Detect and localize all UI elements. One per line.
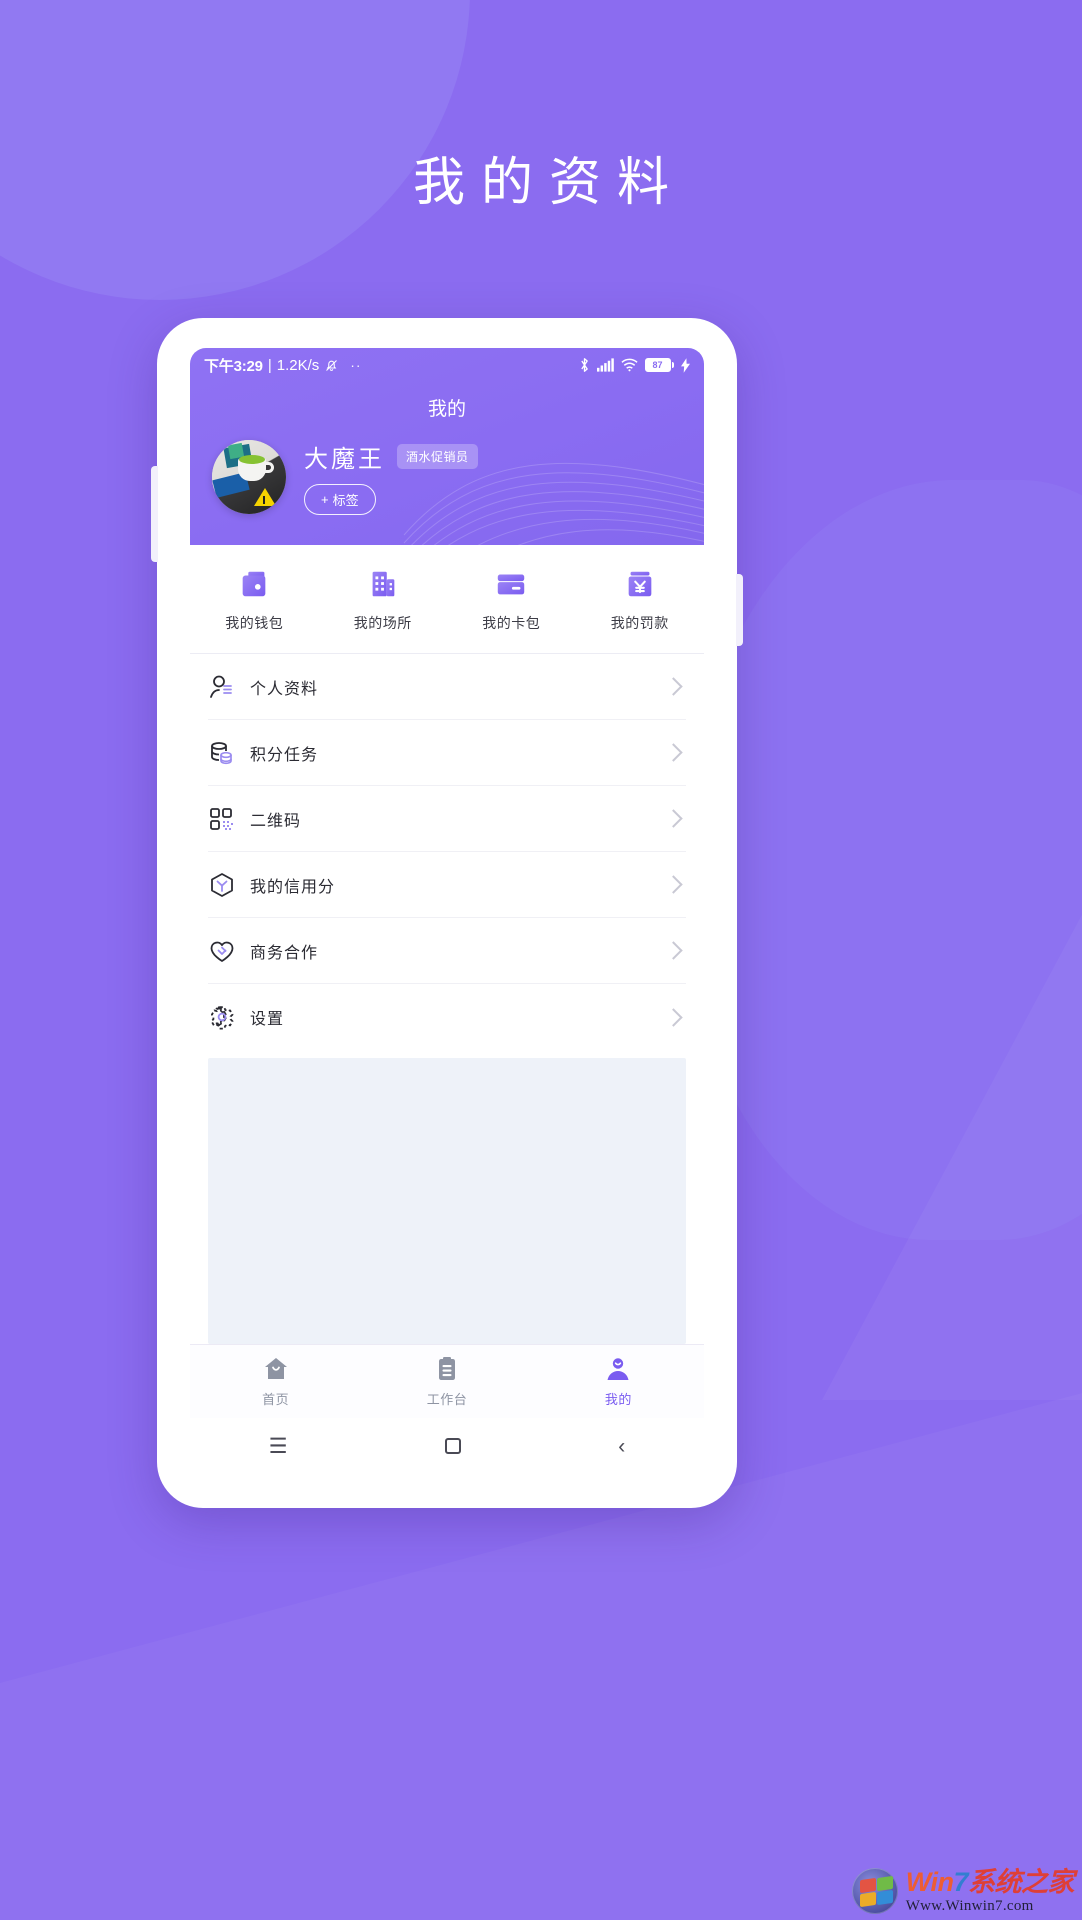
phone-mockup: 下午3:29 | 1.2K/s ·· 87 我的 大魔王 酒水促销员 + 标签 …: [151, 318, 743, 1508]
watermark-brand-part3: 系统之家: [968, 1866, 1075, 1897]
status-separator: |: [267, 356, 272, 374]
building-icon: [372, 571, 395, 597]
chevron-right-icon: [664, 875, 683, 894]
clipboard-icon: [438, 1356, 455, 1380]
add-tag-label: 标签: [332, 493, 359, 508]
tab-home[interactable]: 首页: [190, 1345, 361, 1418]
bluetooth-icon: [580, 358, 588, 372]
tab-label: 工作台: [426, 1391, 468, 1407]
bell-muted-icon: [326, 359, 338, 371]
menu-list: 个人资料 积分任务 二维码 我的信用分 商务合作 设置: [190, 654, 704, 1050]
tab-mine[interactable]: 我的: [533, 1345, 704, 1418]
profile-section[interactable]: 大魔王 酒水促销员 + 标签: [190, 439, 704, 545]
battery-level: 87: [644, 358, 671, 372]
profile-info: 大魔王 酒水促销员 + 标签: [304, 439, 478, 515]
quick-action-venue[interactable]: 我的场所: [319, 567, 448, 633]
user-icon: [607, 1357, 629, 1380]
chevron-right-icon: [664, 1007, 683, 1027]
menu-item-points-task[interactable]: 积分任务: [208, 720, 686, 786]
tab-workbench[interactable]: 工作台: [361, 1345, 532, 1418]
status-bar: 下午3:29 | 1.2K/s ·· 87: [190, 348, 704, 382]
menu-item-label: 我的信用分: [250, 878, 336, 896]
menu-item-profile[interactable]: 个人资料: [208, 654, 686, 720]
android-navigation-bar: ☰ ‹: [190, 1418, 704, 1474]
charging-bolt-icon: [681, 357, 690, 373]
wallet-icon: [242, 571, 266, 597]
menu-item-label: 积分任务: [250, 746, 319, 764]
hexagon-credit-icon: [211, 872, 233, 897]
menu-item-label: 设置: [250, 1011, 285, 1028]
status-network-speed: 1.2K/s: [276, 356, 320, 374]
battery-indicator: 87: [644, 358, 674, 372]
page-title: 我的资料: [412, 154, 685, 212]
watermark-brand: Win7系统之家: [905, 1866, 1075, 1897]
status-time: 下午3:29: [204, 357, 263, 375]
menu-item-label: 个人资料: [250, 680, 319, 698]
tab-label: 首页: [262, 1391, 290, 1407]
gear-icon: [210, 1006, 234, 1030]
quick-action-label: 我的卡包: [482, 615, 541, 631]
bottom-tab-bar: 首页 工作台 我的: [190, 1344, 704, 1418]
windows-logo-icon: [851, 1868, 898, 1914]
phone-side-button-left: [151, 466, 158, 562]
phone-screen: 下午3:29 | 1.2K/s ·· 87 我的 大魔王 酒水促销员 + 标签 …: [190, 348, 704, 1474]
profile-name-row: 大魔王 酒水促销员: [304, 439, 478, 474]
watermark-text: Win7系统之家 Www.Winwin7.com: [905, 1866, 1075, 1914]
database-points-icon: [211, 741, 232, 764]
cellular-signal-icon: [596, 358, 614, 372]
wifi-icon: [620, 358, 638, 372]
quick-action-label: 我的罚款: [610, 615, 669, 631]
chevron-right-icon: [664, 809, 683, 828]
qr-code-icon: [210, 807, 233, 830]
add-tag-button[interactable]: + 标签: [304, 484, 376, 515]
background-triangle: [822, 840, 1082, 1400]
empty-content-panel: [208, 1058, 686, 1344]
quick-action-cardbag[interactable]: 我的卡包: [447, 567, 576, 633]
quick-action-label: 我的场所: [353, 615, 412, 631]
chevron-right-icon: [664, 743, 683, 762]
hamburger-menu-icon[interactable]: ☰: [269, 1436, 288, 1457]
profile-name: 大魔王: [304, 446, 385, 473]
menu-item-label: 商务合作: [250, 944, 319, 962]
chevron-right-icon: [664, 677, 683, 696]
heart-handshake-icon: [210, 941, 234, 962]
menu-item-business-cooperation[interactable]: 商务合作: [208, 918, 686, 984]
home-square-icon[interactable]: [444, 1438, 461, 1454]
menu-item-label: 二维码: [250, 812, 302, 830]
phone-side-button-right: [736, 574, 743, 646]
quick-actions-row: 我的钱包 我的场所 我的卡包 我的罚款: [190, 545, 704, 654]
menu-item-qrcode[interactable]: 二维码: [208, 786, 686, 852]
watermark: Win7系统之家 Www.Winwin7.com: [851, 1866, 1075, 1914]
credit-card-icon: [498, 574, 525, 595]
nav-title: 我的: [427, 399, 466, 420]
quick-action-wallet[interactable]: 我的钱包: [190, 567, 319, 633]
quick-action-fines[interactable]: 我的罚款: [576, 567, 705, 633]
back-chevron-icon[interactable]: ‹: [618, 1436, 625, 1457]
yuan-fine-icon: [628, 571, 652, 597]
watermark-brand-part2: 7: [953, 1866, 968, 1897]
avatar[interactable]: [212, 440, 286, 514]
status-overflow-dots: ··: [350, 357, 362, 373]
quick-action-label: 我的钱包: [225, 615, 284, 631]
menu-item-credit-score[interactable]: 我的信用分: [208, 852, 686, 918]
menu-item-settings[interactable]: 设置: [208, 984, 686, 1050]
watermark-brand-part1: Win: [905, 1866, 954, 1897]
plus-icon: +: [321, 492, 329, 507]
home-icon: [264, 1357, 287, 1379]
battery-tip: [671, 362, 674, 368]
status-bar-right: 87: [579, 357, 690, 373]
tab-label: 我的: [604, 1391, 632, 1407]
chevron-right-icon: [664, 941, 683, 960]
status-bar-left: 下午3:29 | 1.2K/s ··: [204, 355, 362, 376]
person-profile-icon: [210, 675, 232, 698]
watermark-url: Www.Winwin7.com: [905, 1897, 1034, 1914]
profile-role-badge: 酒水促销员: [397, 444, 478, 469]
app-header: 下午3:29 | 1.2K/s ·· 87 我的 大魔王 酒水促销员 + 标签: [190, 348, 704, 545]
